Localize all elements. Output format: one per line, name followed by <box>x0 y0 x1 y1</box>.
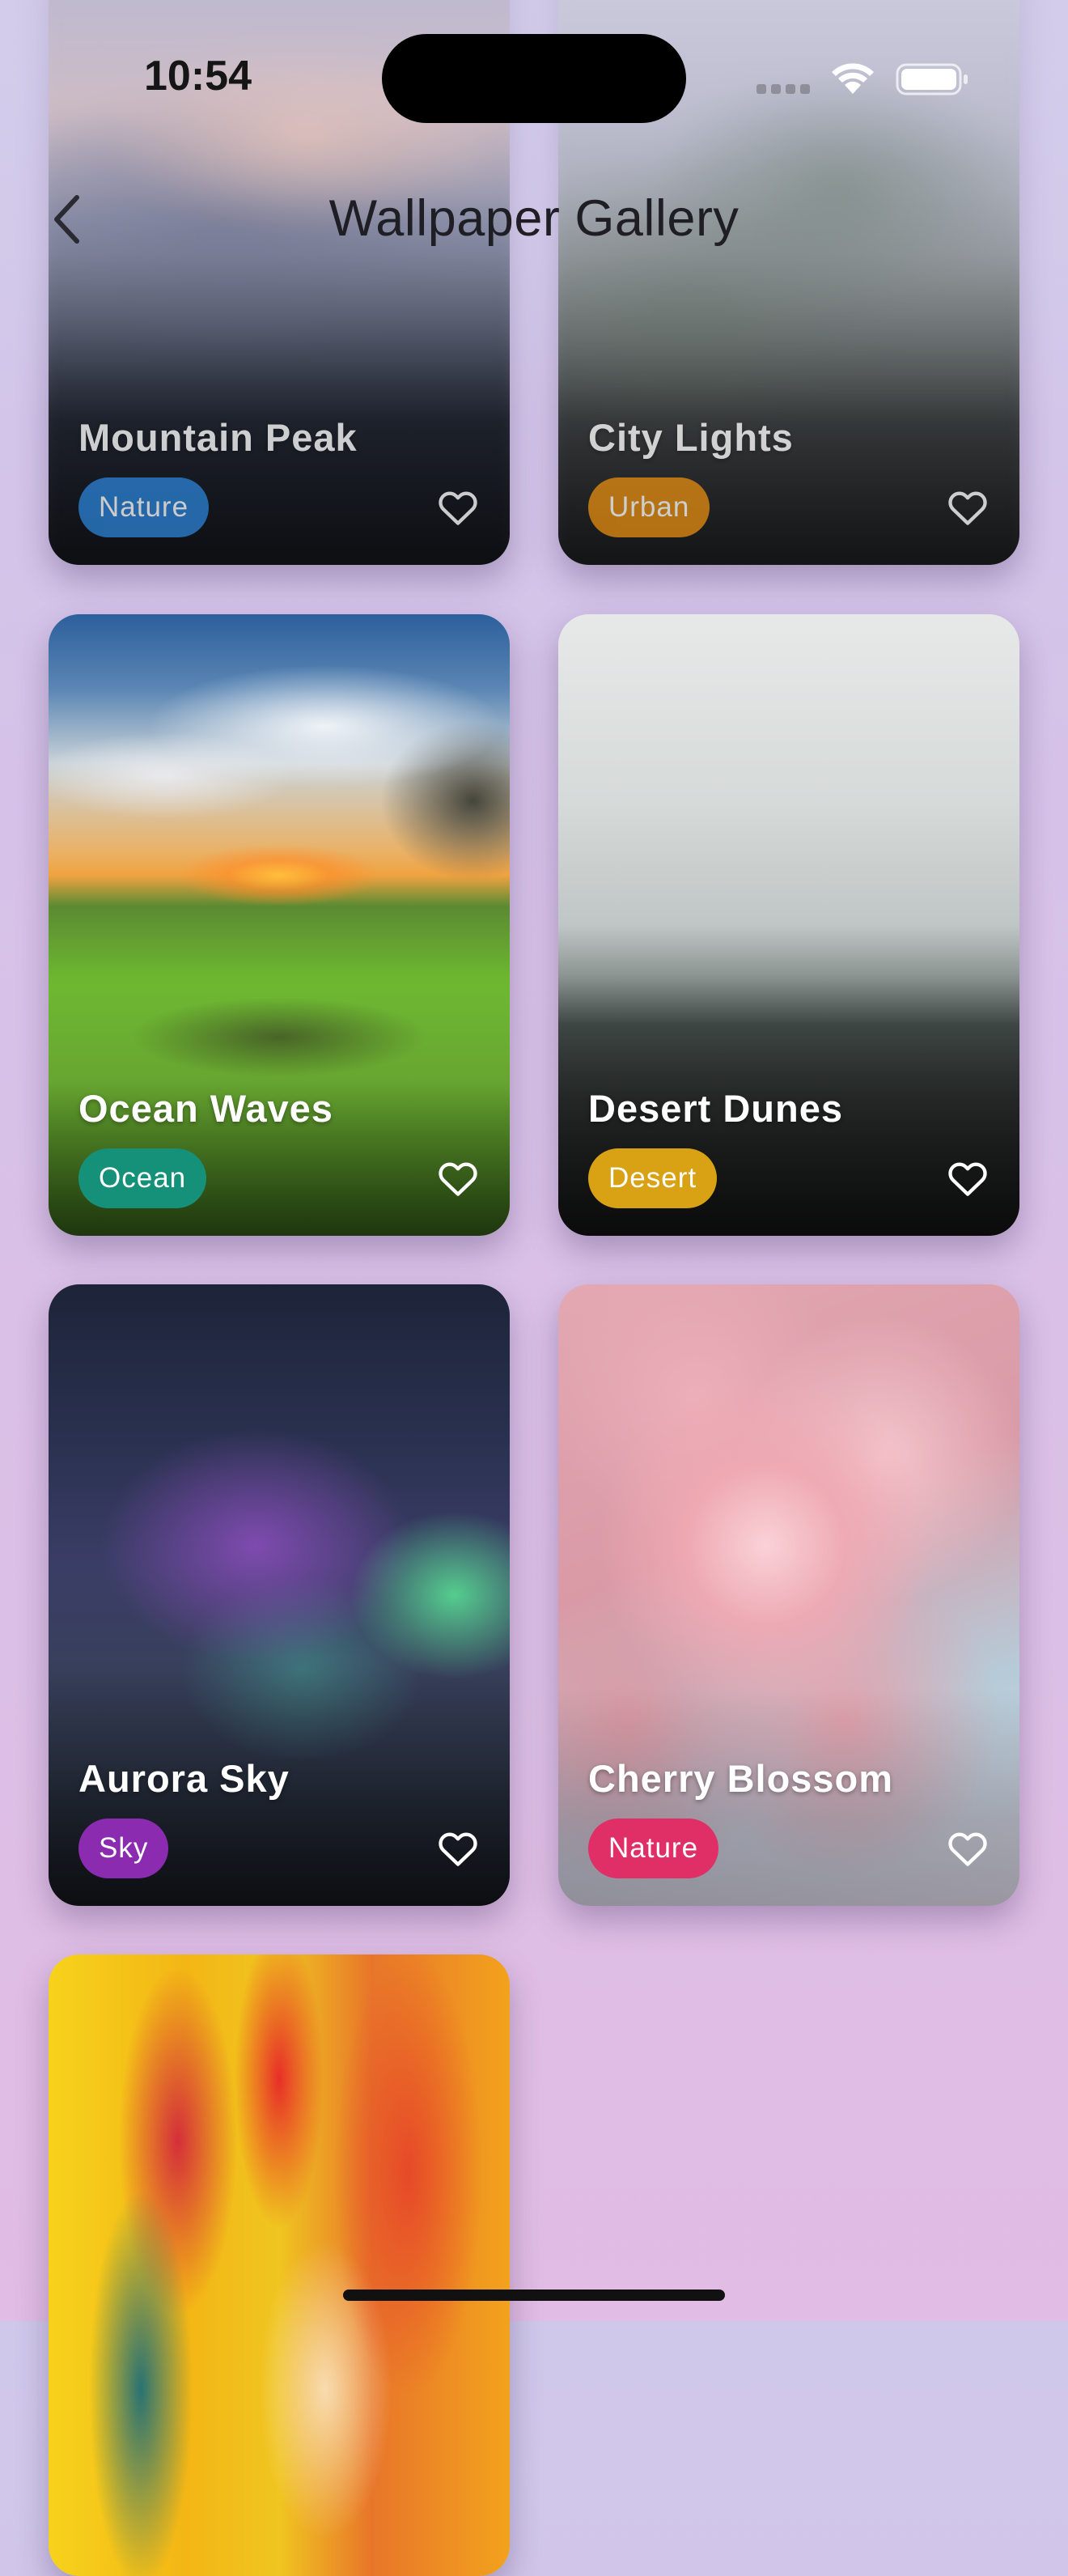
card-title: Mountain Peak <box>78 416 358 459</box>
dynamic-island <box>382 34 686 123</box>
heart-outline-icon[interactable] <box>947 487 989 526</box>
wallpaper-card-aurora-sky[interactable]: Aurora Sky Sky <box>49 1284 510 1906</box>
page-title: Wallpaper Gallery <box>328 190 740 247</box>
card-title: City Lights <box>588 416 794 459</box>
heart-outline-icon[interactable] <box>947 1828 989 1867</box>
wifi-icon <box>829 60 876 95</box>
category-tag[interactable]: Sky <box>78 1818 169 1878</box>
category-tag[interactable]: Urban <box>588 477 710 537</box>
category-tag[interactable]: Desert <box>588 1148 718 1208</box>
wallpaper-card-cherry-blossom[interactable]: Cherry Blossom Nature <box>558 1284 1019 1906</box>
card-title: Ocean Waves <box>78 1087 333 1130</box>
category-tag[interactable]: Nature <box>78 477 210 537</box>
battery-icon <box>896 63 970 95</box>
status-time: 10:54 <box>144 53 252 100</box>
wallpaper-image <box>49 1954 510 2576</box>
card-title: Cherry Blossom <box>588 1757 894 1800</box>
wallpaper-card-desert-dunes[interactable]: Desert Dunes Desert <box>558 614 1019 1236</box>
category-tag[interactable]: Nature <box>588 1818 719 1878</box>
wallpaper-grid: Mountain Peak Nature City Lights Urban O… <box>49 0 1019 2576</box>
heart-outline-icon[interactable] <box>437 1828 479 1867</box>
heart-outline-icon[interactable] <box>947 1158 989 1197</box>
heart-outline-icon[interactable] <box>437 487 479 526</box>
card-title: Desert Dunes <box>588 1087 843 1130</box>
category-tag[interactable]: Ocean <box>78 1148 207 1208</box>
wallpaper-card-ocean-waves[interactable]: Ocean Waves Ocean <box>49 614 510 1236</box>
cellular-signal-icon <box>756 84 810 94</box>
heart-outline-icon[interactable] <box>437 1158 479 1197</box>
home-indicator[interactable] <box>343 2290 725 2301</box>
wallpaper-card-abstract-paint[interactable] <box>49 1954 510 2576</box>
card-title: Aurora Sky <box>78 1757 290 1800</box>
